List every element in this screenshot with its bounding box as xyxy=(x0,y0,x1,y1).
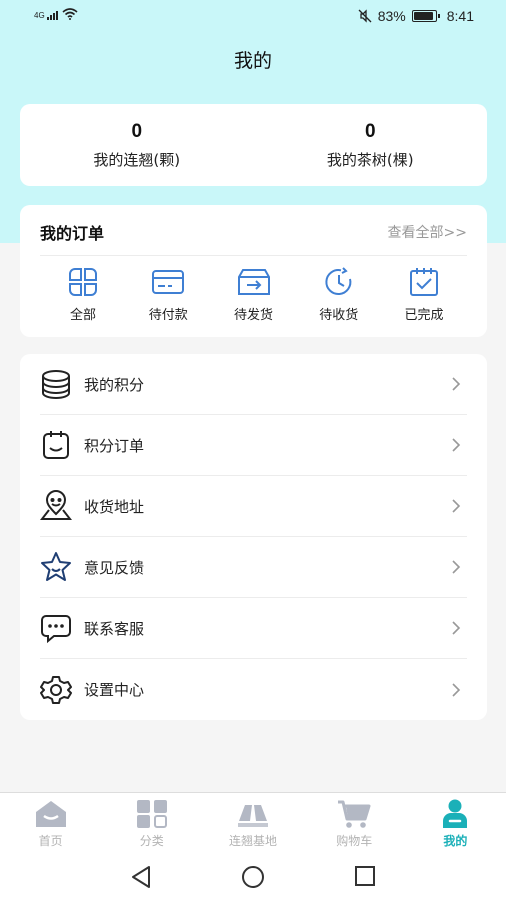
order-pending-receipt[interactable]: 待收货 xyxy=(300,267,378,323)
home-icon xyxy=(35,801,66,827)
menu-item-points-orders[interactable]: 积分订单 xyxy=(40,415,467,476)
user-icon xyxy=(443,799,468,828)
menu-item-feedback[interactable]: 意见反馈 xyxy=(40,537,467,598)
order-completed[interactable]: 已完成 xyxy=(385,267,463,323)
orders-card: 我的订单 查看全部>> 全部 待付款 待发货 待收货 已完成 xyxy=(20,205,487,337)
order-status-row: 全部 待付款 待发货 待收货 已完成 xyxy=(40,267,467,323)
card-icon xyxy=(152,270,185,294)
stat-value: 0 xyxy=(131,121,143,142)
battery-icon xyxy=(411,10,440,22)
tab-cart[interactable]: 购物车 xyxy=(304,793,405,852)
menu-label: 意见反馈 xyxy=(84,558,145,577)
stat-label: 我的茶树(棵) xyxy=(326,151,414,169)
tab-label: 购物车 xyxy=(336,834,373,848)
tab-label: 我的 xyxy=(443,834,468,848)
location-icon xyxy=(40,490,72,520)
order-label: 待发货 xyxy=(233,308,273,323)
order-pending-shipment[interactable]: 待发货 xyxy=(215,267,293,323)
menu-item-address[interactable]: 收货地址 xyxy=(40,476,467,537)
menu-label: 联系客服 xyxy=(84,619,145,638)
order-icon xyxy=(43,431,69,459)
menu-label: 我的积分 xyxy=(84,375,145,394)
recent-apps-icon[interactable] xyxy=(354,865,376,887)
home-circle-icon[interactable] xyxy=(241,865,265,889)
category-icon xyxy=(136,800,167,828)
orders-title: 我的订单 xyxy=(40,224,105,243)
chat-icon xyxy=(41,615,71,644)
menu-label: 设置中心 xyxy=(84,681,145,699)
signal-icon xyxy=(46,8,58,20)
chevron-right-icon xyxy=(452,621,461,635)
wifi-icon xyxy=(62,8,78,20)
chevron-right-icon xyxy=(452,499,461,513)
grid-icon xyxy=(69,268,97,296)
stat-lianqiao[interactable]: 0 我的连翘(颗) xyxy=(20,104,254,186)
menu-item-customer-service[interactable]: 联系客服 xyxy=(40,598,467,659)
order-label: 待付款 xyxy=(148,308,188,323)
clock-icon xyxy=(325,267,352,295)
system-nav-bar xyxy=(0,852,506,900)
battery-percent: 83% xyxy=(377,8,406,24)
mute-icon xyxy=(358,9,372,23)
back-icon[interactable] xyxy=(130,865,152,889)
menu-item-settings[interactable]: 设置中心 xyxy=(40,659,467,720)
chevron-right-icon xyxy=(452,682,461,697)
view-all-orders-link[interactable]: 查看全部>> xyxy=(388,222,467,255)
menu-item-points[interactable]: 我的积分 xyxy=(40,354,467,415)
check-calendar-icon xyxy=(410,268,438,296)
stat-label: 我的连翘(颗) xyxy=(93,151,181,169)
page-title: 我的 xyxy=(233,50,272,72)
network-type: 4G xyxy=(34,11,45,20)
menu-label: 收货地址 xyxy=(84,497,145,516)
stat-value: 0 xyxy=(364,121,376,142)
order-pending-payment[interactable]: 待付款 xyxy=(129,267,207,323)
gear-icon xyxy=(40,675,72,704)
tab-home[interactable]: 首页 xyxy=(0,793,101,852)
tab-base[interactable]: 连翘基地 xyxy=(202,793,303,852)
coins-icon xyxy=(42,370,70,399)
menu-card: 我的积分 积分订单 收货地址 意见反馈 联系客服 设置中心 xyxy=(20,354,487,720)
order-all[interactable]: 全部 xyxy=(44,267,122,323)
shipping-box-icon xyxy=(237,269,270,295)
tab-category[interactable]: 分类 xyxy=(101,793,202,852)
map-icon xyxy=(238,805,268,827)
chevron-right-icon xyxy=(452,377,461,391)
tab-label: 连翘基地 xyxy=(229,834,278,848)
star-icon xyxy=(41,552,71,581)
tab-label: 分类 xyxy=(139,834,164,848)
cart-icon xyxy=(338,800,371,828)
chevron-right-icon xyxy=(452,438,461,452)
bottom-tab-bar: 首页 分类 连翘基地 购物车 我的 xyxy=(0,792,506,852)
clock-time: 8:41 xyxy=(446,8,474,24)
chevron-right-icon xyxy=(452,560,461,574)
status-bar: 4G 83% 8:41 xyxy=(0,0,506,34)
stat-tea-tree[interactable]: 0 我的茶树(棵) xyxy=(254,104,488,186)
order-label: 待收货 xyxy=(319,308,359,323)
order-label: 已完成 xyxy=(404,308,444,323)
stats-card: 0 我的连翘(颗) 0 我的茶树(棵) xyxy=(20,104,487,186)
menu-label: 积分订单 xyxy=(84,436,145,455)
tab-mine[interactable]: 我的 xyxy=(405,793,506,852)
tab-label: 首页 xyxy=(38,834,63,848)
order-label: 全部 xyxy=(69,308,96,323)
orders-header: 我的订单 查看全部>> xyxy=(40,220,467,256)
